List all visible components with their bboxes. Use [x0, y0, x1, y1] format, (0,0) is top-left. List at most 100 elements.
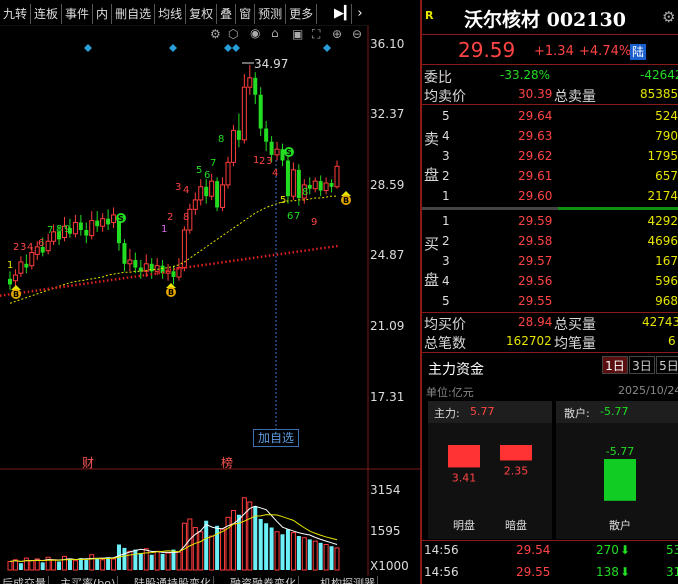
volume-bar [312, 540, 318, 571]
kline-chart[interactable]: 12 3 4 67 8 9 123 485 6781 2 3456 789SSB BB [0, 25, 420, 470]
total-bid-value: 42743 [642, 315, 678, 329]
tick-vol: 138 [596, 565, 619, 579]
volume-bar [241, 497, 247, 571]
asks-level: 5 [442, 109, 450, 123]
retail-fund-label: 散户: [564, 407, 590, 420]
volume-bar [143, 548, 149, 571]
volume-bar [149, 554, 154, 570]
toolbar-item-7[interactable]: 叠 [217, 4, 237, 24]
event-diamond-icon[interactable] [84, 44, 92, 52]
candle [258, 94, 263, 129]
event-diamond-icon[interactable] [323, 44, 331, 52]
play-next-icon[interactable]: ▶▎ [334, 4, 354, 24]
volume-bar [334, 547, 340, 571]
divider [422, 64, 678, 65]
volume-bar [258, 519, 263, 570]
down-arrow-icon: ⬇ [620, 565, 631, 579]
bids-vol: 4292 [647, 214, 678, 228]
asks-level: 1 [442, 189, 450, 203]
toolbar-item-1[interactable]: 连板 [31, 4, 63, 24]
candle [312, 180, 318, 190]
tick-extra: 53 [666, 543, 678, 557]
toolbar-item-6[interactable]: 复权 [186, 4, 218, 24]
candle [290, 169, 296, 197]
candle [247, 77, 253, 88]
toolbar-item-10[interactable]: 更多 [286, 4, 318, 24]
avg-bid-label: 均买价 [424, 317, 466, 333]
volume-bar [72, 560, 78, 571]
volume-bar [307, 539, 312, 570]
candle [209, 180, 215, 197]
candle [220, 184, 226, 208]
main-fund-label: 主力: [434, 407, 460, 420]
event-diamond-icon[interactable] [224, 44, 232, 52]
indicator-tabs: 后成交量 主买率(bo) 陆股通持股变化 融资融券变化 机构探测器 [0, 576, 420, 584]
nine-turn-label: 3 [175, 182, 181, 193]
indicator-tab-2[interactable]: 陆股通持股变化 [132, 576, 214, 584]
toolbar-item-5[interactable]: 均线 [155, 4, 187, 24]
nine-turn-label: 2 [167, 212, 173, 223]
divider [422, 352, 678, 353]
volume-bar [23, 557, 29, 571]
tab-3day[interactable]: 3日 [629, 356, 655, 374]
event-label-billboard[interactable]: 榜 [221, 454, 233, 471]
tab-1day[interactable]: 1日 [602, 356, 628, 374]
event-diamond-icon[interactable] [169, 44, 177, 52]
bids-price: 29.58 [518, 234, 553, 248]
bids-vol: 4696 [647, 234, 678, 248]
volume-bar [176, 551, 182, 571]
event-diamond-icon[interactable] [232, 44, 240, 52]
sell-signal-icon-glyph: S [118, 214, 124, 223]
volume-bar [122, 547, 127, 570]
toolbar-item-4[interactable]: 刪自选 [112, 4, 156, 24]
volume-bar [133, 549, 138, 570]
toolbar-item-9[interactable]: 预测 [255, 4, 287, 24]
settings-gear-icon[interactable]: ⚙ [662, 8, 675, 26]
volume-bar [67, 558, 72, 570]
event-label-finance[interactable]: 财 [82, 454, 94, 471]
candle [198, 186, 204, 201]
nine-turn-label: 4 [27, 242, 33, 253]
toolbar-item-2[interactable]: 事件 [62, 4, 94, 24]
candle [122, 243, 127, 264]
volume-bar [280, 534, 285, 570]
indicator-tab-1[interactable]: 主买率(bo) [58, 576, 119, 584]
candle [296, 169, 301, 199]
toolbar-item-0[interactable]: 九转 [0, 4, 32, 24]
bids-level: 4 [442, 274, 450, 288]
asks-price: 29.61 [518, 169, 553, 183]
chevron-right-icon[interactable]: › [353, 4, 367, 24]
avg-ask-label: 均卖价 [424, 89, 466, 105]
quote-panel: R 沃尔核材 002130 ⚙ 29.59 +1.34 +4.74% 陆 委比 … [422, 0, 678, 584]
candle [323, 182, 329, 192]
down-arrow-icon: ⬇ [620, 543, 631, 557]
add-watch-button[interactable]: 加自选 [253, 429, 299, 447]
fund-bar-2 [604, 459, 636, 501]
indicator-tab-0[interactable]: 后成交量 [0, 576, 49, 584]
nine-turn-label: 2 [13, 242, 19, 253]
price-change: +1.34 [534, 44, 574, 59]
bids-vol: 596 [655, 274, 678, 288]
fund-bar-0 [448, 445, 480, 468]
volume-tick-high: 3154 [370, 483, 401, 497]
indicator-tab-4[interactable]: 机构探测器 [318, 576, 378, 584]
candle [192, 199, 198, 210]
toolbar-item-3[interactable]: 内 [93, 4, 113, 24]
total-trades-value: 162702 [506, 334, 552, 348]
candle [133, 260, 138, 268]
tab-5day[interactable]: 5日 [656, 356, 678, 374]
buy-side-label: 买 [424, 235, 440, 253]
volume-bar [296, 536, 301, 570]
volume-bar [160, 553, 165, 570]
candle [24, 263, 29, 268]
fund-flow-chart: 3.41 明盘 2.35 暗盘 -5.77 散户 [448, 445, 636, 532]
total-bid-label: 总买量 [554, 317, 596, 333]
volume-bar [138, 553, 143, 570]
toolbar-item-8[interactable]: 窗 [236, 4, 256, 24]
nine-turn-label: 6 [204, 170, 210, 181]
volume-chart[interactable] [0, 470, 420, 576]
indicator-tab-3[interactable]: 融资融券变化 [228, 576, 299, 584]
tick-time: 14:56 [424, 565, 459, 579]
avg-trade-value: 6 [668, 334, 676, 348]
volume-bar [285, 529, 290, 570]
